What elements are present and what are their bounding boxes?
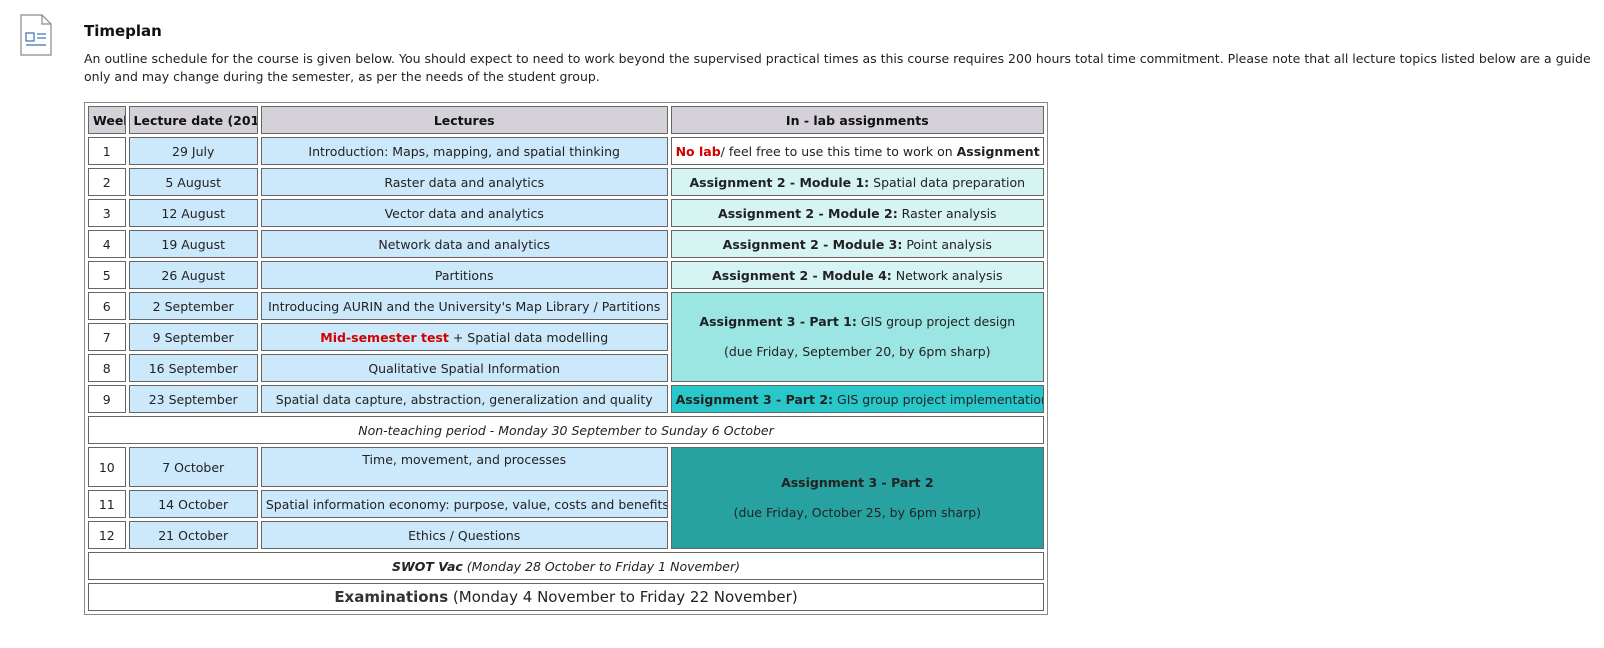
- table-row: 5 26 August Partitions Assignment 2 - Mo…: [88, 261, 1044, 289]
- lecture-text: + Spatial data modelling: [448, 329, 609, 345]
- lecture-cell: Spatial data capture, abstraction, gener…: [260, 385, 668, 413]
- timeplan-table: Week Lecture date (2019) Lectures In - l…: [84, 102, 1048, 615]
- lab-due-line: (due Friday, October 25, by 6pm sharp): [733, 505, 982, 520]
- lab-text: GIS group project implementation: [833, 391, 1044, 407]
- lecture-cell: Spatial information economy: purpose, va…: [260, 490, 668, 518]
- date-cell: 7 October: [128, 447, 258, 487]
- lecture-cell: Mid-semester test + Spatial data modelli…: [260, 323, 668, 351]
- date-cell: 2 September: [128, 292, 258, 320]
- page-title: Timeplan: [84, 22, 162, 40]
- lab-cell-merged: Assignment 3 - Part 2 (due Friday, Octob…: [670, 447, 1044, 549]
- swot-cell: SWOT Vac (Monday 28 October to Friday 1 …: [88, 552, 1044, 580]
- timeplan-section: Timeplan An outline schedule for the cou…: [84, 18, 1594, 86]
- table-row: 3 12 August Vector data and analytics As…: [88, 199, 1044, 227]
- lab-title-line: Assignment 3 - Part 1: GIS group project…: [676, 307, 1039, 337]
- lecture-cell: Time, movement, and processes: [260, 447, 668, 487]
- midsemester-label: Mid-semester test: [320, 329, 449, 345]
- intro-text: An outline schedule for the course is gi…: [84, 51, 1591, 84]
- header-week: Week: [88, 106, 126, 134]
- table-header-row: Week Lecture date (2019) Lectures In - l…: [88, 106, 1044, 134]
- table-row: 4 19 August Network data and analytics A…: [88, 230, 1044, 258]
- lecture-cell: Ethics / Questions: [260, 521, 668, 549]
- table-row: 9 23 September Spatial data capture, abs…: [88, 385, 1044, 413]
- date-cell: 9 September: [128, 323, 258, 351]
- lecture-cell: Introduction: Maps, mapping, and spatial…: [260, 137, 668, 165]
- lab-cell: Assignment 3 - Part 2: GIS group project…: [670, 385, 1044, 413]
- header-labs: In - lab assignments: [670, 106, 1044, 134]
- date-cell: 29 July: [128, 137, 258, 165]
- week-cell: 5: [88, 261, 126, 289]
- week-cell: 8: [88, 354, 126, 382]
- table-row: 10 7 October Time, movement, and process…: [88, 447, 1044, 549]
- exam-label: Examinations: [334, 588, 449, 606]
- no-lab-label: No lab: [675, 143, 721, 159]
- lab-cell: Assignment 2 - Module 4: Network analysi…: [670, 261, 1044, 289]
- date-cell: 12 August: [128, 199, 258, 227]
- date-cell: 21 October: [128, 521, 258, 549]
- table-row: 6 2 September Introducing AURIN and the …: [88, 292, 1044, 382]
- date-cell: 23 September: [128, 385, 258, 413]
- lab-assignment: Assignment 2 - Module 3:: [722, 236, 903, 252]
- lab-text: Network analysis: [891, 267, 1003, 283]
- table-row: 2 5 August Raster data and analytics Ass…: [88, 168, 1044, 196]
- lab-title-line: Assignment 3 - Part 2: [781, 475, 934, 490]
- lab-assignment: Assignment 2 - Module 2:: [718, 205, 898, 221]
- week-cell: 1: [88, 137, 126, 165]
- week-cell: 10: [88, 447, 126, 487]
- header-lectures: Lectures: [260, 106, 668, 134]
- exam-row: Examinations (Monday 4 November to Frida…: [88, 583, 1044, 611]
- week-cell: 2: [88, 168, 126, 196]
- lab-assignment: Assignment 2 - Module 1:: [689, 174, 870, 190]
- document-icon: [20, 14, 52, 56]
- lab-cell: No lab/ feel free to use this time to wo…: [670, 137, 1044, 165]
- non-teaching-cell: Non-teaching period - Monday 30 Septembe…: [88, 416, 1044, 444]
- lecture-cell: Vector data and analytics: [260, 199, 668, 227]
- lab-cell: Assignment 2 - Module 1: Spatial data pr…: [670, 168, 1044, 196]
- week-cell: 7: [88, 323, 126, 351]
- date-cell: 14 October: [128, 490, 258, 518]
- swot-dates: (Monday 28 October to Friday 1 November): [462, 558, 740, 574]
- lecture-cell: Introducing AURIN and the University's M…: [260, 292, 668, 320]
- lab-text: / feel free to use this time to work on: [720, 143, 957, 159]
- week-cell: 12: [88, 521, 126, 549]
- date-cell: 16 September: [128, 354, 258, 382]
- lecture-cell: Qualitative Spatial Information: [260, 354, 668, 382]
- week-cell: 11: [88, 490, 126, 518]
- lab-text: GIS group project design: [856, 314, 1016, 329]
- lecture-cell: Partitions: [260, 261, 668, 289]
- week-cell: 4: [88, 230, 126, 258]
- lab-text: Raster analysis: [897, 205, 997, 221]
- lab-assignment: Assignment 1: [956, 143, 1044, 159]
- date-cell: 19 August: [128, 230, 258, 258]
- lab-text: Spatial data preparation: [869, 174, 1026, 190]
- swot-label: SWOT Vac: [391, 558, 463, 574]
- lab-cell: Assignment 2 - Module 2: Raster analysis: [670, 199, 1044, 227]
- lab-due-line: (due Friday, September 20, by 6pm sharp): [724, 344, 991, 359]
- swot-row: SWOT Vac (Monday 28 October to Friday 1 …: [88, 552, 1044, 580]
- exam-dates: (Monday 4 November to Friday 22 November…: [448, 588, 798, 606]
- lecture-cell: Raster data and analytics: [260, 168, 668, 196]
- lecture-cell: Network data and analytics: [260, 230, 668, 258]
- header-date: Lecture date (2019): [128, 106, 258, 134]
- table-row: 1 29 July Introduction: Maps, mapping, a…: [88, 137, 1044, 165]
- lab-text: Point analysis: [902, 236, 992, 252]
- lab-assignment: Assignment 2 - Module 4:: [712, 267, 892, 283]
- non-teaching-row: Non-teaching period - Monday 30 Septembe…: [88, 416, 1044, 444]
- lab-cell-merged: Assignment 3 - Part 1: GIS group project…: [670, 292, 1044, 382]
- week-cell: 3: [88, 199, 126, 227]
- lab-assignment: Assignment 3 - Part 2:: [675, 391, 834, 407]
- exam-cell: Examinations (Monday 4 November to Frida…: [88, 583, 1044, 611]
- week-cell: 9: [88, 385, 126, 413]
- week-cell: 6: [88, 292, 126, 320]
- date-cell: 26 August: [128, 261, 258, 289]
- lab-assignment: Assignment 3 - Part 1:: [699, 314, 857, 329]
- date-cell: 5 August: [128, 168, 258, 196]
- lab-cell: Assignment 2 - Module 3: Point analysis: [670, 230, 1044, 258]
